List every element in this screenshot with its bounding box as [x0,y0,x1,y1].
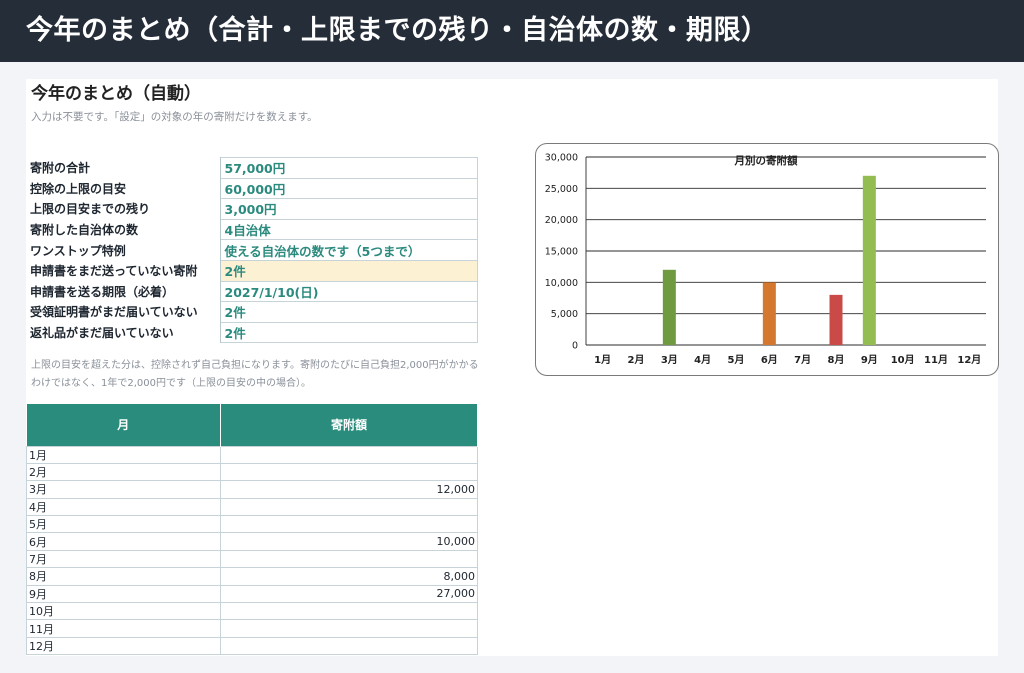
bar-9月 [862,175,876,345]
table-row: 11月 [26,619,478,638]
summary-row: 上限の目安までの残り 3,000円 [26,198,478,220]
x-tick-label: 11月 [924,354,948,366]
x-tick-label: 1月 [594,354,611,366]
x-tick-label: 2月 [628,354,645,366]
summary-row: 控除の上限の目安 60,000円 [26,177,478,200]
table-row: 8月 8,000 [26,567,478,586]
table-row: 2月 [26,462,478,482]
summary-label[interactable]: 申請書をまだ送っていない寄附 [26,260,221,282]
summary-label[interactable]: 寄附した自治体の数 [26,219,221,240]
summary-label[interactable]: ワンストップ特例 [26,239,221,261]
amount-cell[interactable] [220,445,478,464]
y-tick-label: 30,000 [545,153,578,164]
monthly-donation-chart[interactable]: 0 5,000 10,000 15,000 20,000 25,000 30,000 1月 2月… [535,143,999,376]
month-cell[interactable]: 8月 [26,567,221,586]
amount-cell[interactable] [220,549,478,569]
amount-column-header[interactable]: 寄附額 [220,404,478,446]
summary-table: 寄附の合計 57,000円 控除の上限の目安 60,000円 上限の目安までの残り 3,0… [26,157,478,344]
y-tick-label: 25,000 [545,184,578,195]
sheet-heading: 今年のまとめ（自動） [31,84,201,104]
window-title: 今年のまとめ（合計・上限までの残り・自治体の数・期限） [0,0,1024,62]
month-cell[interactable]: 6月 [26,532,221,551]
amount-cell[interactable]: 10,000 [220,532,478,551]
amount-cell[interactable] [220,619,478,638]
summary-row: 申請書をまだ送っていない寄附 2件 [26,259,478,282]
chart-title: 月別の寄附額 [734,154,798,167]
bar-6月 [762,282,776,345]
bar-8月 [829,294,843,345]
summary-value[interactable]: 使える自治体の数です（5つまで） [220,239,478,261]
y-tick-label: 15,000 [545,247,578,258]
x-tick-label: 8月 [828,354,845,366]
footnote: 上限の目安を超えた分は、控除されず自己負担になります。寄附のたびに自己負担2,0… [31,360,479,389]
month-cell[interactable]: 11月 [26,619,221,638]
month-cell[interactable]: 4月 [26,497,221,517]
y-tick-label: 5,000 [551,309,578,320]
summary-label[interactable]: 上限の目安までの残り [26,198,221,220]
amount-cell[interactable]: 8,000 [220,567,478,586]
summary-value[interactable]: 2027/1/10(日) [220,280,478,303]
month-column-header[interactable]: 月 [26,404,221,446]
x-tick-label: 5月 [728,354,745,366]
table-row: 9月 27,000 [26,584,478,604]
x-tick-label: 12月 [957,354,981,366]
summary-value[interactable]: 57,000円 [220,157,478,179]
summary-value[interactable]: 60,000円 [220,177,478,200]
summary-label[interactable]: 申請書を送る期限（必着） [26,281,221,302]
summary-row: 返礼品がまだ届いていない 2件 [26,321,478,344]
table-row: 7月 [26,549,478,569]
y-tick-label: 10,000 [545,278,578,289]
month-cell[interactable]: 3月 [26,480,221,499]
summary-label[interactable]: 返礼品がまだ届いていない [26,322,221,343]
x-tick-label: 10月 [891,354,915,366]
month-cell[interactable]: 12月 [26,636,221,656]
month-cell[interactable]: 7月 [26,549,221,569]
summary-row: 寄附した自治体の数 4自治体 [26,218,478,241]
amount-cell[interactable]: 27,000 [220,584,478,604]
amount-cell[interactable] [220,462,478,482]
chart-canvas: 0 5,000 10,000 15,000 20,000 25,000 30,000 1月 2月… [545,153,986,366]
table-row: 3月 12,000 [26,480,478,499]
summary-value[interactable]: 3,000円 [220,198,478,220]
table-row: 1月 [26,445,478,464]
summary-value[interactable]: 2件 [220,301,478,323]
summary-row: 寄附の合計 57,000円 [26,157,478,179]
x-tick-label: 7月 [794,354,811,366]
summary-row: ワンストップ特例 使える自治体の数です（5つまで） [26,239,478,261]
month-cell[interactable]: 1月 [26,445,221,464]
amount-cell[interactable] [220,636,478,656]
summary-row: 受領証明書がまだ届いていない 2件 [26,301,478,323]
summary-value[interactable]: 2件 [220,259,478,282]
amount-cell[interactable]: 12,000 [220,480,478,499]
summary-value[interactable]: 4自治体 [220,218,478,241]
summary-sheet: 今年のまとめ（自動） 入力は不要です。「設定」の対象の年の寄附だけを数えます。 … [26,79,999,656]
summary-value[interactable]: 2件 [220,321,478,344]
month-cell[interactable]: 2月 [26,462,221,482]
summary-row: 申請書を送る期限（必着） 2027/1/10(日) [26,280,478,303]
monthly-table: 月 寄附額 1月 2月 3月 12,000 4月 5月 6月 10,000 7月 8月 8,000 9… [26,404,478,656]
x-tick-label: 6月 [761,354,778,366]
table-row: 4月 [26,497,478,517]
x-tick-label: 3月 [661,354,678,366]
amount-cell[interactable] [220,515,478,534]
summary-label[interactable]: 受領証明書がまだ届いていない [26,301,221,323]
x-tick-label: 9月 [861,354,878,366]
table-row: 12月 [26,636,478,656]
summary-label[interactable]: 控除の上限の目安 [26,178,221,199]
x-tick-label: 4月 [694,354,711,366]
summary-label[interactable]: 寄附の合計 [26,157,221,179]
sheet-note: 入力は不要です。「設定」の対象の年の寄附だけを数えます。 [31,111,318,123]
y-tick-label: 20,000 [545,215,578,226]
month-cell[interactable]: 9月 [26,584,221,604]
table-row: 5月 [26,515,478,534]
y-tick-label: 0 [572,341,578,352]
amount-cell[interactable] [220,497,478,517]
bar-3月 [662,269,676,345]
month-cell[interactable]: 5月 [26,515,221,534]
amount-cell[interactable] [220,602,478,621]
table-row: 6月 10,000 [26,532,478,551]
month-cell[interactable]: 10月 [26,602,221,621]
table-row: 10月 [26,602,478,621]
